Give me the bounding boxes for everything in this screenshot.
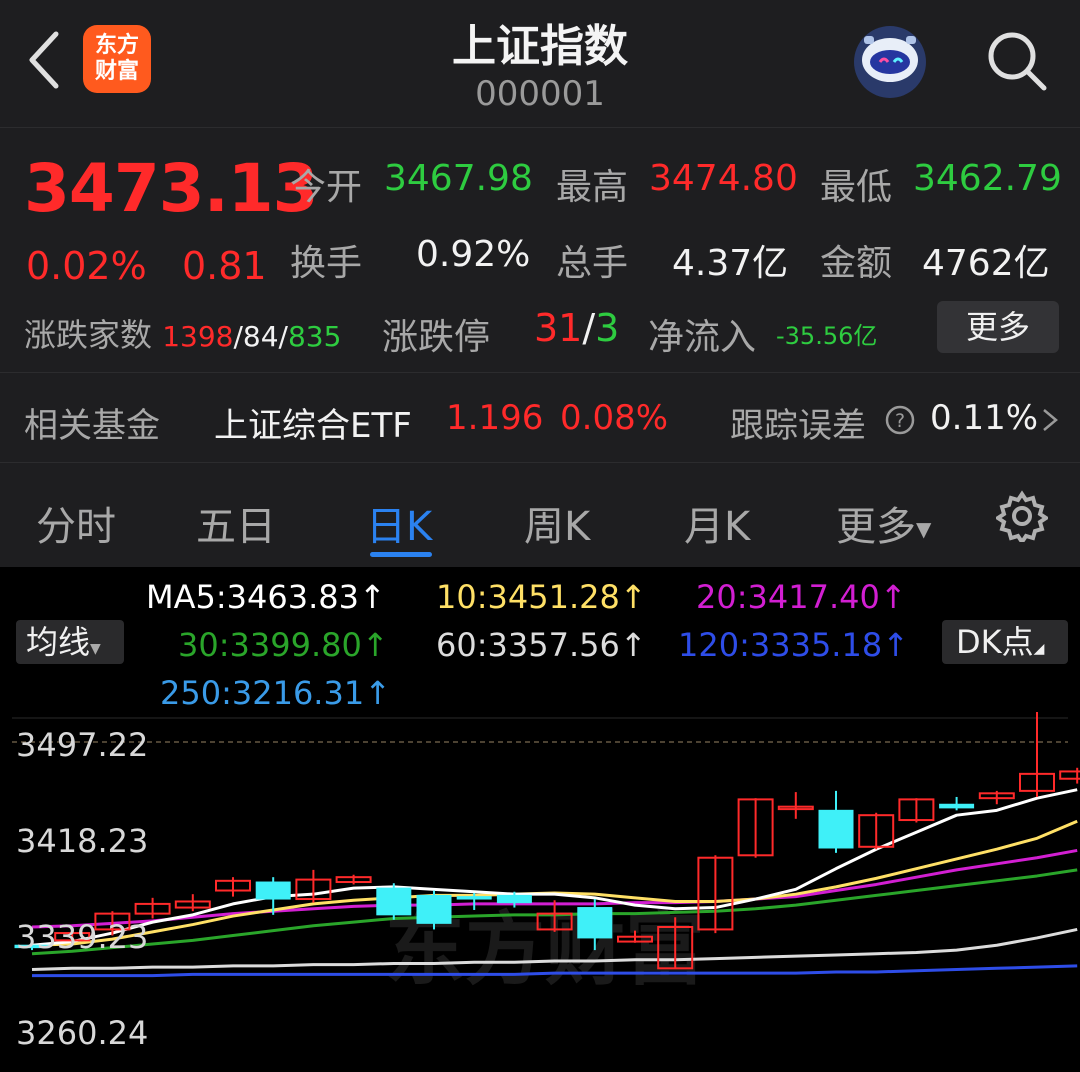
flat-count: 84 [242, 320, 279, 353]
fund-percent: 0.08% [560, 398, 669, 438]
amount-label: 金额 [820, 243, 893, 284]
more-button[interactable]: 更多 [937, 301, 1059, 353]
low-value: 3462.79 [913, 158, 1062, 199]
tracking-error-value: 0.11% [930, 398, 1039, 438]
candle-down [376, 887, 412, 916]
limit-label: 涨跌停 [382, 317, 491, 358]
header-divider [0, 127, 1080, 128]
help-icon[interactable]: ? [884, 404, 916, 436]
high-value: 3474.80 [649, 158, 798, 199]
limit-up-count: 31 [534, 306, 583, 350]
ma5-label: MA5:3463.83↑ [146, 578, 386, 616]
ma20-label: 20:3417.40↑ [696, 578, 907, 616]
tracking-error-label: 跟踪误差 [730, 406, 866, 446]
ma250-label: 250:3216.31↑ [160, 674, 391, 712]
candle-down [416, 894, 452, 924]
turnover-label: 换手 [290, 243, 363, 284]
limit-values: 31/3 [534, 306, 619, 350]
fund-name[interactable]: 上证综合ETF [214, 398, 412, 447]
amount-value: 4762亿 [922, 243, 1050, 284]
low-label: 最低 [820, 167, 893, 208]
tab-five-day[interactable]: 五日 [196, 494, 276, 552]
netflow-label: 净流入 [648, 317, 757, 358]
caret-down-icon: ▼ [916, 517, 932, 541]
tab-weekly-k[interactable]: 周K [524, 494, 590, 552]
ma30-label: 30:3399.80↑ [178, 626, 389, 664]
breadth-label: 涨跌家数 [24, 316, 153, 354]
volume-value: 4.37亿 [672, 243, 789, 284]
candle-down [939, 803, 975, 809]
y-axis-label: 3260.24 [16, 1014, 148, 1052]
candle-down [577, 907, 613, 939]
candle-down [255, 881, 291, 900]
down-count: 835 [287, 320, 342, 353]
limit-sep: / [582, 306, 596, 350]
fund-price: 1.196 [446, 398, 544, 438]
y-axis-label: 3339.23 [16, 918, 148, 956]
candle-down [496, 894, 532, 904]
corner-triangle-icon: ◢ [1033, 641, 1045, 657]
change-percent: 0.02% [26, 244, 147, 288]
candlestick-chart[interactable]: 东方财富 3497.223418.233339.233260.24 [0, 712, 1080, 1072]
turnover-value: 0.92% [416, 234, 531, 275]
ma60-label: 60:3357.56↑ [436, 626, 647, 664]
related-fund-label: 相关基金 [24, 406, 160, 446]
change-value: 0.81 [182, 244, 267, 288]
tab-monthly-k[interactable]: 月K [684, 494, 750, 552]
candle-down [456, 896, 492, 900]
candle-down [818, 809, 854, 849]
ma-select-dropdown[interactable]: 均线▼ [16, 620, 124, 664]
open-value: 3467.98 [384, 158, 533, 199]
high-label: 最高 [556, 167, 629, 208]
active-tab-indicator [370, 552, 432, 557]
y-axis-label: 3418.23 [16, 822, 148, 860]
volume-label: 总手 [556, 243, 629, 284]
dk-point-label: DK点 [956, 623, 1034, 661]
tab-daily-k[interactable]: 日K [366, 494, 432, 552]
ma-select-label: 均线 [26, 623, 91, 661]
search-icon[interactable] [984, 28, 1048, 92]
quote-divider [0, 372, 1080, 373]
chevron-right-icon[interactable] [1038, 406, 1062, 434]
robot-assistant-icon[interactable] [850, 22, 930, 102]
breadth-sep-1: / [233, 320, 243, 353]
svg-text:?: ? [895, 410, 905, 432]
breadth-row: 涨跌家数 1398/84/835 [24, 310, 341, 356]
dropdown-caret-icon: ▼ [90, 641, 101, 657]
dk-point-button[interactable]: DK点◢ [942, 620, 1068, 664]
tab-more[interactable]: 更多▼ [836, 494, 931, 552]
open-label: 今开 [290, 167, 363, 208]
fund-divider [0, 462, 1080, 463]
ma120-label: 120:3335.18↑ [678, 626, 909, 664]
tab-intraday[interactable]: 分时 [36, 494, 116, 552]
settings-gear-icon[interactable] [994, 490, 1050, 546]
breadth-sep-2: / [278, 320, 288, 353]
ma10-label: 10:3451.28↑ [436, 578, 647, 616]
y-axis-label: 3497.22 [16, 726, 148, 764]
tab-more-label: 更多 [836, 504, 916, 550]
current-price: 3473.13 [24, 150, 319, 227]
up-count: 1398 [162, 320, 234, 353]
limit-down-count: 3 [595, 306, 620, 350]
netflow-value: -35.56亿 [776, 322, 878, 350]
